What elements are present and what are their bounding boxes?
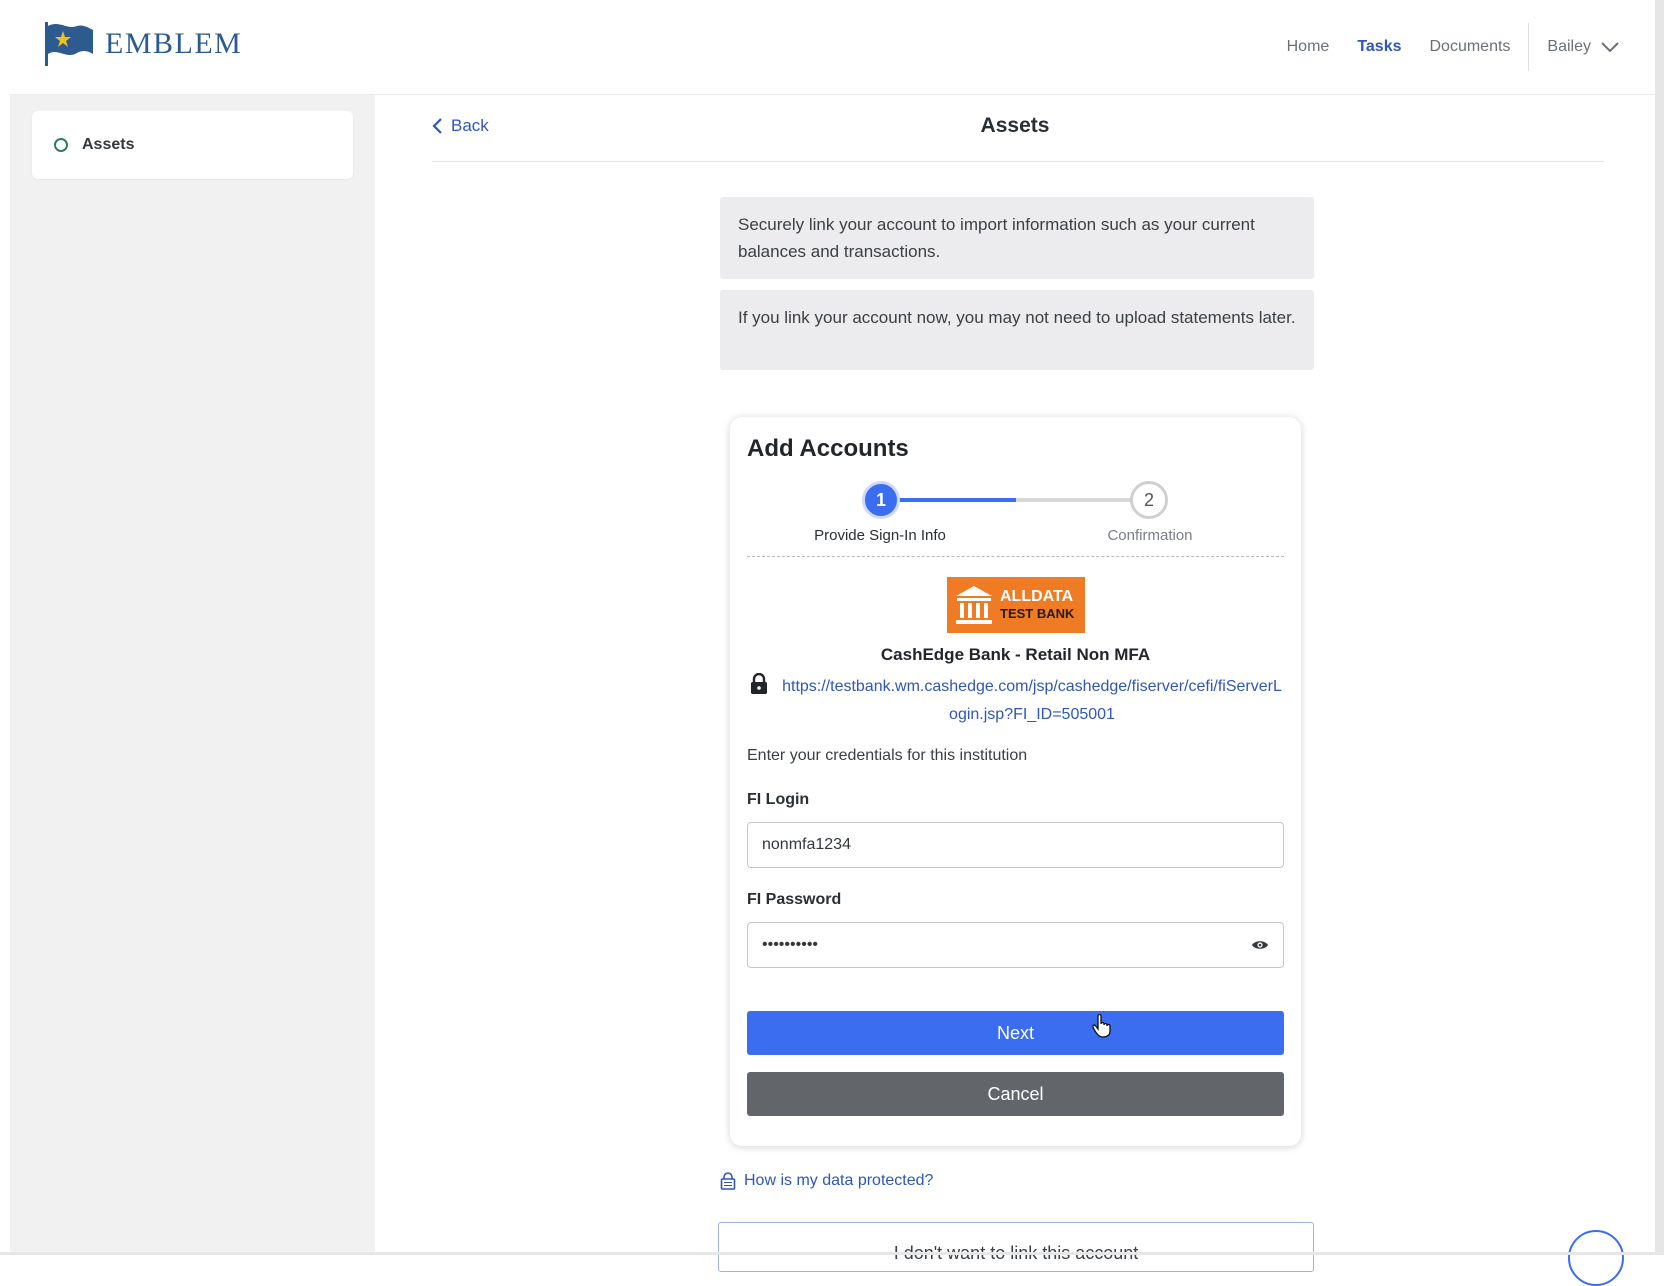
credentials-instruction: Enter your credentials for this institut… <box>747 747 1028 764</box>
data-protection-label: How is my data protected? <box>744 1172 934 1189</box>
nav-home[interactable]: Home <box>1287 38 1330 56</box>
skip-linking-button[interactable]: I don't want to link this account <box>718 1222 1314 1272</box>
progress-stepper: 1 2 Provide Sign-In Info Confirmation <box>730 481 1301 544</box>
step-1-label: Provide Sign-In Info <box>814 527 946 544</box>
bank-logo: ALLDATA TEST BANK <box>947 577 1085 633</box>
fi-password-label: FI Password <box>747 891 842 908</box>
step-remaining-line <box>1016 498 1146 502</box>
fi-login-value: nonmfa1234 <box>762 836 851 853</box>
top-nav: Home Tasks Documents Bailey <box>1259 0 1619 94</box>
user-name: Bailey <box>1547 38 1591 55</box>
nav-divider <box>1528 23 1530 71</box>
dashed-divider <box>747 556 1284 557</box>
info-message-upload: If you link your account now, you may no… <box>720 290 1314 370</box>
bank-url-link[interactable]: https://testbank.wm.cashedge.com/jsp/cas… <box>782 673 1282 729</box>
user-menu[interactable]: Bailey <box>1547 38 1619 56</box>
help-chat-button[interactable] <box>1568 1230 1624 1286</box>
logo[interactable]: EMBLEM <box>43 20 242 68</box>
bank-logo-line2: TEST BANK <box>1000 606 1075 621</box>
sidebar-item-assets[interactable]: Assets <box>32 111 353 179</box>
step-progress-line <box>880 498 1016 502</box>
sidebar-item-label: Assets <box>82 136 135 153</box>
nav-documents[interactable]: Documents <box>1430 38 1511 56</box>
hand-cursor-icon <box>1092 1014 1111 1038</box>
data-protection-link[interactable]: How is my data protected? <box>720 1171 933 1191</box>
fi-password-input[interactable]: •••••••••• <box>747 922 1284 968</box>
back-link[interactable]: Back <box>432 116 489 136</box>
bank-building-icon <box>956 586 992 624</box>
fi-login-input[interactable]: nonmfa1234 <box>747 822 1284 868</box>
flag-icon <box>45 22 93 66</box>
cancel-button[interactable]: Cancel <box>747 1072 1284 1116</box>
title-divider <box>432 161 1604 162</box>
skip-linking-label: I don't want to link this account <box>893 1243 1139 1263</box>
eye-icon[interactable] <box>1251 939 1269 951</box>
step-2-label: Confirmation <box>1107 527 1193 544</box>
chevron-left-icon <box>432 118 442 134</box>
step-1-circle: 1 <box>862 481 900 519</box>
info-message-link: Securely link your account to import inf… <box>720 197 1314 279</box>
nav-tasks[interactable]: Tasks <box>1357 38 1401 56</box>
padlock-icon <box>720 1172 736 1190</box>
bank-logo-line1: ALLDATA <box>1000 588 1074 605</box>
card-title: Add Accounts <box>747 435 909 462</box>
bank-name: CashEdge Bank - Retail Non MFA <box>880 645 1151 664</box>
fi-login-label: FI Login <box>747 791 810 808</box>
page-title: Assets <box>980 114 1050 137</box>
back-label: Back <box>451 116 489 135</box>
brand-name: EMBLEM <box>105 27 243 60</box>
lock-icon <box>751 673 767 694</box>
window-edge <box>1655 0 1664 1255</box>
add-accounts-card: Add Accounts 1 2 Provide Sign-In Info Co… <box>730 417 1301 1146</box>
step-2-circle: 2 <box>1130 481 1168 519</box>
fi-password-value: •••••••••• <box>762 936 819 953</box>
next-button[interactable]: Next <box>747 1011 1284 1055</box>
top-header: EMBLEM Home Tasks Documents Bailey <box>10 0 1655 95</box>
chevron-down-icon <box>1601 42 1619 53</box>
sidebar: Assets <box>10 95 375 1255</box>
status-circle-icon <box>54 138 68 152</box>
